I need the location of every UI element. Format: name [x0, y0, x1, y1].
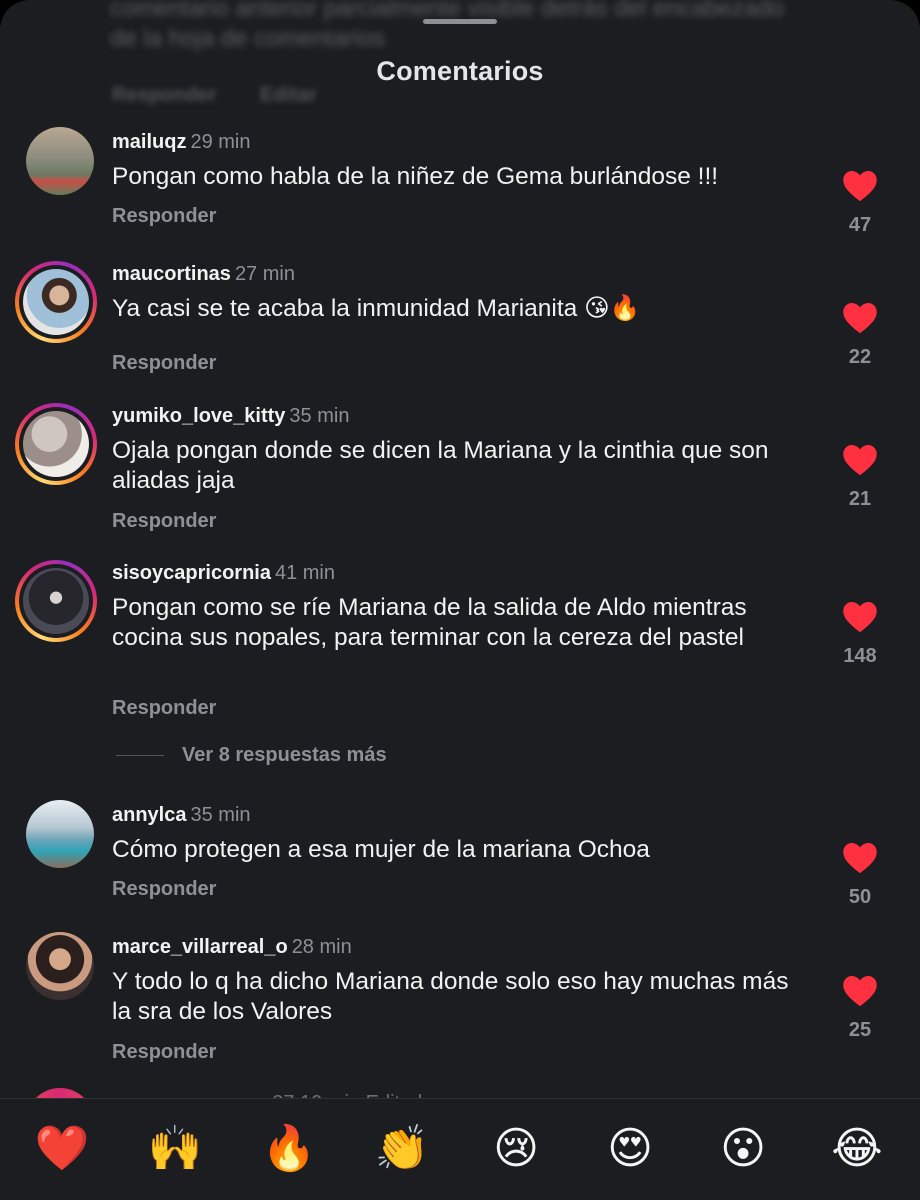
avatar[interactable]: [26, 932, 94, 1000]
reply-button[interactable]: Responder: [112, 1041, 216, 1064]
timestamp: 35 min: [190, 804, 251, 826]
like-group: 50: [830, 842, 890, 909]
comment-text: Cómo protegen a esa mujer de la mariana …: [112, 836, 650, 863]
view-more-replies-label: Ver 8 respuestas más: [182, 744, 387, 766]
username[interactable]: sisoycapricornia: [112, 562, 271, 584]
like-count: 148: [843, 645, 877, 667]
timestamp: 28 min: [291, 936, 352, 958]
like-group: 47: [830, 170, 890, 237]
tears-of-joy-emoji-button[interactable]: 😂: [829, 1121, 885, 1177]
timestamp: 41 min: [274, 562, 335, 584]
emoji-reaction-bar: ❤️ 🙌 🔥 👏 😢 😍 😮 😂: [0, 1098, 920, 1200]
raising-hands-emoji-button[interactable]: 🙌: [147, 1121, 203, 1177]
reply-button[interactable]: Responder: [112, 352, 216, 375]
reply-button[interactable]: Responder: [112, 510, 216, 533]
comment-meta: marce_villarreal_o 28 min: [112, 936, 352, 959]
heart-eyes-emoji-button[interactable]: 😍: [602, 1121, 658, 1177]
comment-meta: sisoycapricornia 41 min: [112, 562, 335, 585]
timestamp: 29 min: [190, 131, 251, 153]
username[interactable]: yumiko_love_kitty: [112, 405, 285, 427]
like-group: 22: [830, 302, 890, 369]
crying-face-emoji-button[interactable]: 😢: [488, 1121, 544, 1177]
heart-icon[interactable]: [842, 170, 878, 202]
comment-text: Pongan como habla de la niñez de Gema bu…: [112, 163, 719, 190]
fire-emoji-button[interactable]: 🔥: [261, 1121, 317, 1177]
username[interactable]: annylca: [112, 804, 186, 826]
avatar: [23, 568, 89, 634]
surprised-face-emoji-button[interactable]: 😮: [715, 1121, 771, 1177]
like-count: 21: [848, 488, 872, 510]
red-heart-emoji-button[interactable]: ❤️: [34, 1121, 90, 1177]
sheet-title: Comentarios: [376, 56, 544, 86]
previous-edit-button[interactable]: Editar: [260, 84, 317, 106]
clapping-hands-emoji-button[interactable]: 👏: [374, 1121, 430, 1177]
avatar[interactable]: [26, 800, 94, 868]
story-ring[interactable]: [15, 560, 97, 642]
heart-icon[interactable]: [842, 444, 878, 476]
comment-meta: mailuqz 29 min: [112, 131, 250, 154]
previous-reply-button[interactable]: Responder: [112, 84, 216, 106]
comment-meta: yumiko_love_kitty 35 min: [112, 405, 349, 428]
comment-text: Pongan como se ríe Mariana de la salida …: [112, 594, 747, 651]
previous-comment-text: comentario anterior parcialmente visible…: [110, 0, 784, 52]
story-ring[interactable]: [15, 261, 97, 343]
like-group: 21: [830, 444, 890, 511]
username[interactable]: marce_villarreal_o: [112, 936, 288, 958]
comment-meta: annylca 35 min: [112, 804, 251, 827]
like-count: 25: [848, 1019, 872, 1041]
drag-handle[interactable]: [423, 19, 497, 24]
username[interactable]: mailuqz: [112, 131, 186, 153]
comment-meta: maucortinas 27 min: [112, 263, 295, 286]
like-count: 50: [848, 886, 872, 908]
avatar[interactable]: [26, 127, 94, 195]
comment-text: Ya casi se te acaba la inmunidad Mariani…: [112, 295, 641, 322]
reply-button[interactable]: Responder: [112, 697, 216, 720]
username[interactable]: maucortinas: [112, 263, 231, 285]
timestamp: 27 min: [234, 263, 295, 285]
like-group: 148: [830, 601, 890, 668]
comments-sheet: comentario anterior parcialmente visible…: [0, 0, 920, 1200]
like-count: 47: [848, 214, 872, 236]
avatar: [23, 269, 89, 335]
reply-button[interactable]: Responder: [112, 878, 216, 901]
comment-text: Y todo lo q ha dicho Mariana donde solo …: [112, 968, 789, 1025]
comment-text: Ojala pongan donde se dicen la Mariana y…: [112, 437, 769, 494]
reply-button[interactable]: Responder: [112, 205, 216, 228]
heart-icon[interactable]: [842, 975, 878, 1007]
like-group: 25: [830, 975, 890, 1042]
like-count: 22: [848, 346, 872, 368]
view-more-replies-button[interactable]: Ver 8 respuestas más: [116, 744, 387, 767]
replies-divider: [116, 755, 164, 757]
heart-icon[interactable]: [842, 842, 878, 874]
story-ring[interactable]: [15, 403, 97, 485]
avatar: [23, 411, 89, 477]
timestamp: 35 min: [289, 405, 350, 427]
heart-icon[interactable]: [842, 601, 878, 633]
heart-icon[interactable]: [842, 302, 878, 334]
previous-comment-actions: Responder Editar: [112, 84, 355, 107]
